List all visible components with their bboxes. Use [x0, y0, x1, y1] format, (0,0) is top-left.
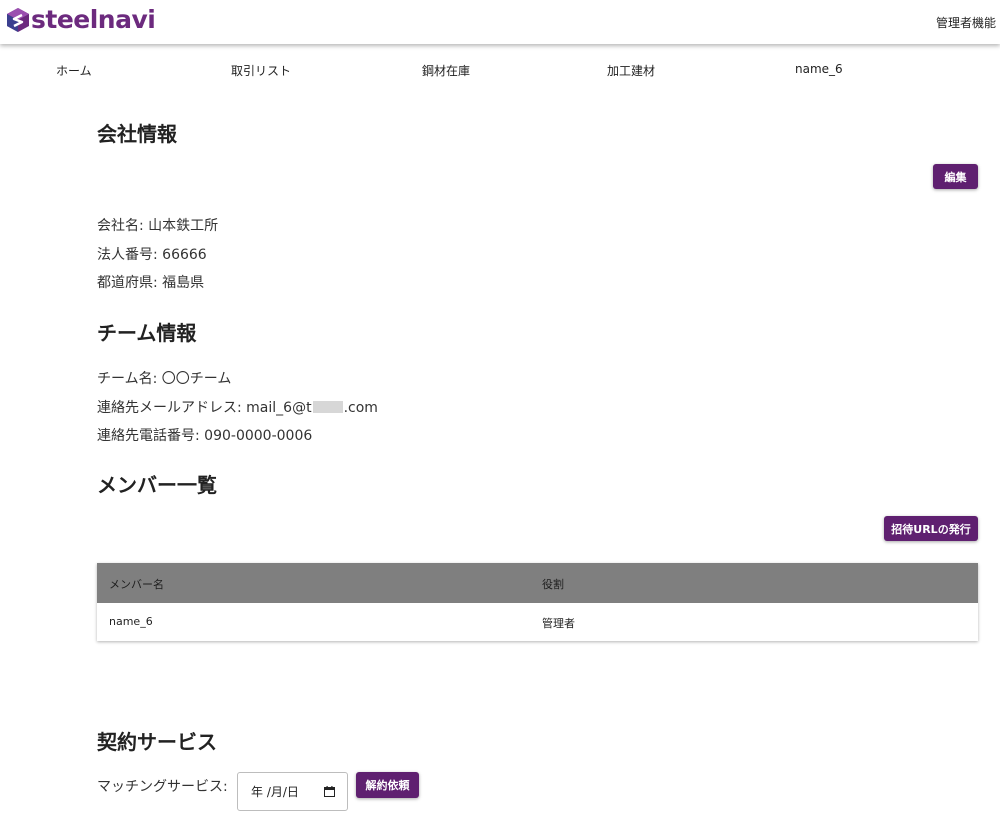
member-name-cell: name_6	[109, 615, 153, 628]
prefecture-field: 都道府県: 福島県	[97, 272, 204, 292]
table-row[interactable]: name_6 管理者	[97, 603, 978, 641]
company-info-heading: 会社情報	[97, 122, 177, 146]
nav-item-home[interactable]: ホーム	[56, 62, 92, 79]
steelnavi-logo[interactable]: steelnavi	[6, 5, 156, 35]
logo-text: steelnavi	[31, 5, 156, 34]
nav-item-user[interactable]: name_6	[795, 62, 843, 76]
date-placeholder: 年 /月/日	[251, 785, 299, 799]
member-table: メンバー名 役割 name_6 管理者	[97, 563, 978, 641]
company-name-label: 会社名:	[97, 218, 149, 234]
team-info-heading: チーム情報	[97, 321, 197, 345]
contact-email-label: 連絡先メールアドレス:	[97, 400, 247, 416]
contract-services-heading: 契約サービス	[97, 730, 217, 754]
calendar-icon[interactable]	[324, 786, 335, 797]
issue-invite-url-button[interactable]: 招待URLの発行	[884, 516, 978, 541]
company-name-value: 山本鉄工所	[148, 218, 219, 234]
contact-email-field: 連絡先メールアドレス: mail_6@t .com	[97, 397, 378, 417]
prefecture-value: 福島県	[162, 275, 205, 291]
team-name-value: 〇〇チーム	[161, 371, 232, 387]
member-role-cell: 管理者	[542, 617, 575, 630]
app-header: steelnavi 管理者機能	[0, 0, 1000, 44]
main-nav: ホーム 取引リスト 鋼材在庫 加工建材 name_6	[0, 62, 1000, 78]
nav-item-transactions[interactable]: 取引リスト	[231, 62, 291, 79]
nav-item-processed-materials[interactable]: 加工建材	[607, 62, 655, 79]
member-table-header: メンバー名 役割	[97, 563, 978, 603]
redacted-block	[312, 401, 343, 413]
prefecture-label: 都道府県:	[97, 275, 163, 291]
corporate-number-value: 66666	[162, 247, 207, 263]
edit-button[interactable]: 編集	[933, 164, 978, 189]
contact-email-value-end: .com	[343, 400, 378, 416]
matching-service-label: マッチングサービス:	[97, 779, 228, 795]
cancellation-date-input[interactable]: 年 /月/日	[237, 772, 348, 811]
contact-phone-value: 090-0000-0006	[204, 428, 313, 444]
member-list-heading: メンバー一覧	[97, 473, 217, 497]
team-name-label: チーム名:	[97, 371, 162, 387]
logo-hexagon-icon	[7, 8, 29, 32]
contact-phone-field: 連絡先電話番号: 090-0000-0006	[97, 425, 312, 445]
contact-phone-label: 連絡先電話番号:	[97, 428, 205, 444]
cancel-request-button[interactable]: 解約依頼	[356, 772, 419, 798]
column-header-role[interactable]: 役割	[542, 576, 564, 592]
corporate-number-field: 法人番号: 66666	[97, 244, 207, 264]
contact-email-value-start: mail_6@t	[246, 400, 312, 416]
admin-functions-link[interactable]: 管理者機能	[936, 14, 996, 31]
column-header-member-name[interactable]: メンバー名	[109, 576, 164, 592]
corporate-number-label: 法人番号:	[97, 247, 163, 263]
nav-item-steel-inventory[interactable]: 鋼材在庫	[422, 62, 470, 79]
company-name-field: 会社名: 山本鉄工所	[97, 215, 218, 235]
team-name-field: チーム名: 〇〇チーム	[97, 368, 231, 388]
